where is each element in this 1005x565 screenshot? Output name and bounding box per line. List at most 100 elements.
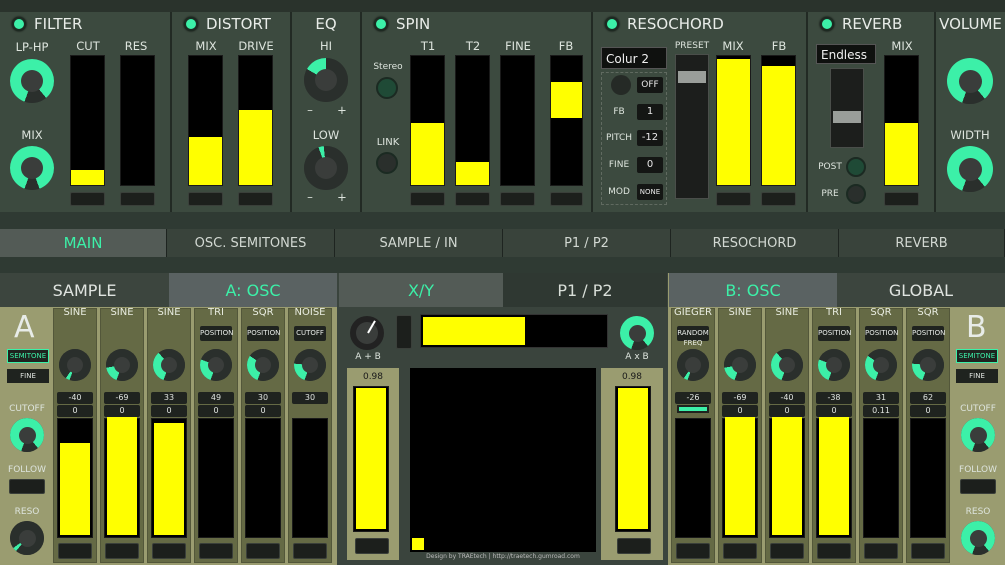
post-toggle[interactable]	[846, 157, 866, 177]
tab-xy[interactable]: X/Y	[339, 273, 503, 307]
osc-a-ch5-button[interactable]	[246, 543, 280, 559]
osc-b-ch4-mode-button[interactable]: POSITION	[818, 326, 851, 341]
resochord-fb-value[interactable]: 1	[637, 104, 663, 120]
drive-fader[interactable]	[238, 55, 273, 186]
osc-a-ch6-value1[interactable]: 30	[292, 392, 328, 404]
osc-a-ch3-fader[interactable]	[151, 418, 187, 538]
lp-hp-knob[interactable]	[10, 59, 54, 103]
a-x-b-knob[interactable]	[620, 316, 654, 350]
osc-b-ch3-knob[interactable]	[771, 349, 803, 381]
osc-b-ch6-mode-button[interactable]: POSITION	[912, 326, 945, 341]
osc-b-ch2-value1[interactable]: -69	[722, 392, 758, 404]
osc-a-ch5-knob[interactable]	[247, 349, 279, 381]
osc-b-reso-knob[interactable]	[961, 521, 995, 555]
reverb-preset-select[interactable]: Endless	[816, 44, 876, 64]
resochord-power-led[interactable]	[605, 17, 619, 31]
reverb-mix-button[interactable]	[884, 192, 919, 206]
osc-a-ch2-value1[interactable]: -69	[104, 392, 140, 404]
osc-a-semitone-button[interactable]: SEMITONE	[7, 349, 49, 363]
osc-b-ch5-knob[interactable]	[865, 349, 897, 381]
osc-b-ch6-knob[interactable]	[912, 349, 944, 381]
xy-pad-cursor[interactable]	[412, 538, 424, 550]
osc-a-ch4-value1[interactable]: 49	[198, 392, 234, 404]
osc-b-follow-button[interactable]	[960, 479, 996, 494]
distort-power-led[interactable]	[184, 17, 198, 31]
xy-mix-bar[interactable]	[420, 314, 608, 348]
osc-a-fine-button[interactable]: FINE	[7, 369, 49, 383]
tab-sample[interactable]: SAMPLE	[0, 273, 169, 307]
osc-b-ch4-button[interactable]	[817, 543, 851, 559]
cut-button[interactable]	[70, 192, 105, 206]
osc-b-ch6-value1[interactable]: 62	[910, 392, 946, 404]
reverb-mix-fader[interactable]	[884, 55, 919, 186]
reverb-power-led[interactable]	[820, 17, 834, 31]
osc-a-ch4-knob[interactable]	[200, 349, 232, 381]
level-a-fader[interactable]	[353, 386, 389, 532]
osc-b-ch5-fader[interactable]	[863, 418, 899, 538]
osc-b-ch2-button[interactable]	[723, 543, 757, 559]
osc-b-ch6-button[interactable]	[911, 543, 945, 559]
resochord-preset-slider[interactable]	[675, 54, 709, 199]
osc-b-fine-button[interactable]: FINE	[956, 369, 998, 383]
osc-b-ch2-fader[interactable]	[722, 417, 758, 538]
level-b-button[interactable]	[617, 538, 651, 554]
osc-a-ch1-button[interactable]	[58, 543, 92, 559]
tab-p1-p2[interactable]: P1 / P2	[503, 229, 671, 257]
osc-a-ch6-mode-button[interactable]: CUTOFF	[294, 326, 326, 341]
osc-a-ch3-value1[interactable]: 33	[151, 392, 187, 404]
eq-hi-knob[interactable]	[304, 58, 348, 102]
res-button[interactable]	[120, 192, 155, 206]
resochord-preset-thumb[interactable]	[678, 71, 706, 83]
osc-a-ch4-button[interactable]	[199, 543, 233, 559]
osc-a-ch1-value1[interactable]: -40	[57, 392, 93, 404]
resochord-pitch-value[interactable]: -12	[637, 130, 663, 146]
osc-a-ch6-knob[interactable]	[294, 349, 326, 381]
osc-a-ch1-knob[interactable]	[59, 349, 91, 381]
osc-b-ch1-knob[interactable]	[677, 349, 709, 381]
reverb-slider[interactable]	[830, 68, 864, 148]
osc-a-ch5-fader[interactable]	[245, 418, 281, 538]
osc-b-ch4-value2[interactable]: 0	[816, 405, 852, 417]
tab-resochord[interactable]: RESOCHORD	[671, 229, 839, 257]
osc-b-ch3-button[interactable]	[770, 543, 804, 559]
osc-b-ch4-knob[interactable]	[818, 349, 850, 381]
osc-b-ch2-value2[interactable]: 0	[722, 405, 758, 417]
osc-a-ch3-value2[interactable]: 0	[151, 405, 187, 417]
tab-main[interactable]: MAIN	[0, 229, 167, 257]
osc-a-ch6-button[interactable]	[293, 543, 327, 559]
osc-a-ch2-knob[interactable]	[106, 349, 138, 381]
osc-b-ch3-value1[interactable]: -40	[769, 392, 805, 404]
t2-fader[interactable]	[455, 55, 490, 186]
spin-fb-fader[interactable]	[550, 55, 583, 186]
osc-b-ch1-value1[interactable]: -26	[675, 392, 711, 404]
tab-xy-p1-p2[interactable]: P1 / P2	[503, 273, 667, 307]
osc-b-ch5-value1[interactable]: 31	[863, 392, 899, 404]
osc-b-semitone-button[interactable]: SEMITONE	[956, 349, 998, 363]
osc-b-ch5-button[interactable]	[864, 543, 898, 559]
osc-a-ch5-value1[interactable]: 30	[245, 392, 281, 404]
osc-a-ch6-fader[interactable]	[292, 418, 328, 538]
t1-fader[interactable]	[410, 55, 445, 186]
osc-b-ch6-fader[interactable]	[910, 418, 946, 538]
drive-button[interactable]	[238, 192, 273, 206]
tab-reverb[interactable]: REVERB	[839, 229, 1005, 257]
width-knob[interactable]	[947, 146, 993, 192]
osc-a-cutoff-knob[interactable]	[10, 418, 44, 452]
tab-osc-semitones[interactable]: OSC. SEMITONES	[167, 229, 335, 257]
resochord-mod-value[interactable]: NONE	[637, 184, 663, 200]
pre-toggle[interactable]	[846, 184, 866, 204]
tab-a-osc[interactable]: A: OSC	[169, 273, 337, 307]
resochord-mix-fader[interactable]	[716, 55, 751, 186]
osc-b-ch5-mode-button[interactable]: POSITION	[865, 326, 898, 341]
resochord-fine-value[interactable]: 0	[637, 157, 663, 173]
osc-b-ch3-fader[interactable]	[769, 417, 805, 538]
osc-a-ch2-value2[interactable]: 0	[104, 405, 140, 417]
osc-a-ch2-button[interactable]	[105, 543, 139, 559]
link-toggle[interactable]	[376, 152, 398, 174]
t1-button[interactable]	[410, 192, 445, 206]
osc-a-ch3-button[interactable]	[152, 543, 186, 559]
filter-power-led[interactable]	[12, 17, 26, 31]
volume-knob[interactable]	[947, 58, 993, 104]
level-b-fader[interactable]	[615, 386, 651, 532]
resochord-fb2-fader[interactable]	[761, 55, 796, 186]
